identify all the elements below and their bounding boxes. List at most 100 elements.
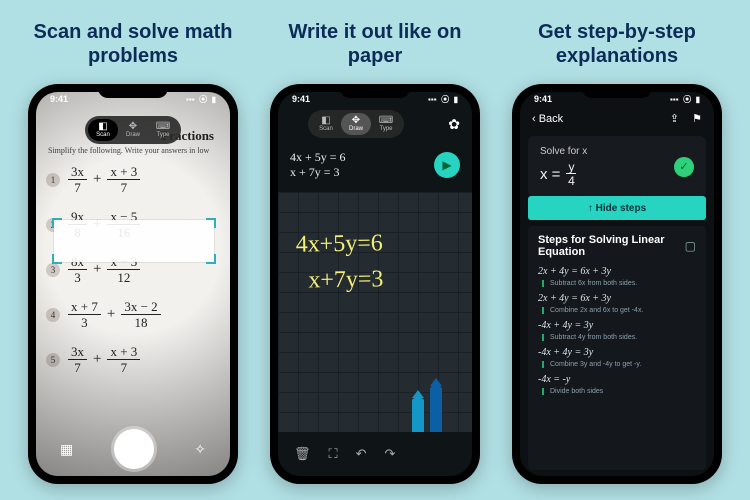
gallery-button[interactable]: ▦: [60, 441, 73, 458]
handwriting: 4x+5y=6 x+7y=3: [295, 225, 383, 299]
screen-steps: 9:41 ▪▪▪ ⦿ ▮ ‹ Back ⇪ ⚑ Solve for x: [520, 92, 714, 476]
bookmark-button[interactable]: ⚑: [692, 113, 702, 125]
steps-panel[interactable]: Steps for Solving Linear Equation ▢ 2x +…: [528, 226, 706, 470]
hide-steps-label: ↑ Hide steps: [588, 203, 646, 214]
step-note: Subtract 6x from both sides.: [542, 280, 696, 287]
problem-number: 4: [46, 308, 60, 322]
recognized-text: 4x + 5y = 6 x + 7y = 3: [290, 150, 346, 180]
check-icon: ✓: [679, 160, 688, 173]
pencil-dark-icon[interactable]: [430, 386, 442, 432]
shutter-button[interactable]: [114, 429, 154, 469]
crop-handle-tl[interactable]: [52, 218, 62, 228]
crop-button[interactable]: ⛶: [329, 446, 338, 462]
mode-label: Scan: [319, 126, 333, 132]
status-icons: ▪▪▪ ⦿ ▮: [668, 94, 700, 105]
book-icon[interactable]: ▢: [685, 239, 696, 253]
solve-button[interactable]: ▶: [434, 152, 460, 178]
steps-title: Steps for Solving Linear Equation: [538, 234, 685, 258]
headline-draw: Write it out like on paper: [263, 20, 488, 68]
status-time: 9:41: [534, 94, 552, 105]
back-button[interactable]: ‹ Back: [532, 113, 563, 125]
undo-button[interactable]: ↶: [356, 446, 367, 462]
keyboard-icon: ⌨: [148, 122, 178, 132]
mode-type[interactable]: ⌨ Type: [148, 119, 178, 141]
step-equation: 2x + 4y = 6x + 3y: [538, 293, 696, 304]
answer-card: Solve for x x = y4 ✓: [528, 136, 706, 197]
camera-icon: ◧: [88, 122, 118, 132]
step-equation: -4x + 4y = 3y: [538, 347, 696, 358]
status-icons: ▪▪▪ ⦿ ▮: [426, 94, 458, 105]
solve-label: Solve for x: [540, 146, 587, 157]
mode-label: Scan: [96, 132, 110, 138]
mode-scan[interactable]: ◧ Scan: [88, 119, 118, 141]
status-time: 9:41: [50, 94, 68, 105]
battery-icon: ▮: [454, 95, 458, 104]
scan-crop-box[interactable]: [54, 220, 214, 262]
mode-draw[interactable]: ✥ Draw: [118, 119, 148, 141]
settings-button[interactable]: ✿: [448, 116, 460, 133]
wifi-icon: ⦿: [441, 95, 449, 104]
phone-scan: 9:41 ▪▪▪ ⦿ ▮ Fractions Simplify the foll…: [28, 84, 238, 484]
mode-type[interactable]: ⌨ Type: [371, 113, 401, 135]
wifi-icon: ⦿: [683, 95, 691, 104]
camera-bar: ▦ ✧: [36, 422, 230, 476]
step-equation: 2x + 4y = 6x + 3y: [538, 266, 696, 277]
mode-label: Type: [156, 132, 169, 138]
problem-number: 3: [46, 263, 60, 277]
nav-bar: ‹ Back ⇪ ⚑: [520, 112, 714, 125]
clear-button[interactable]: 🗑: [294, 446, 311, 462]
mode-segmented[interactable]: ◧ Scan ✥ Draw ⌨ Type: [85, 116, 181, 144]
steps-header: Steps for Solving Linear Equation ▢: [538, 234, 696, 258]
verified-badge: ✓: [674, 157, 694, 177]
headline-scan: Scan and solve math problems: [21, 20, 246, 68]
mode-draw[interactable]: ✥ Draw: [341, 113, 371, 135]
share-button[interactable]: ⇪: [670, 113, 679, 125]
crop-handle-tr[interactable]: [206, 218, 216, 228]
draw-icon: ✥: [341, 116, 371, 126]
phone-draw: 9:41 ▪▪▪ ⦿ ▮ ◧ Scan ✥ Draw: [270, 84, 480, 484]
drawing-canvas[interactable]: 4x+5y=6 x+7y=3: [278, 192, 472, 432]
headline-steps: Get step-by-step explanations: [505, 20, 730, 68]
draw-icon: ✥: [118, 122, 148, 132]
hide-steps-button[interactable]: ↑ Hide steps: [528, 196, 706, 220]
keyboard-icon: ⌨: [371, 116, 401, 126]
screen-draw: 9:41 ▪▪▪ ⦿ ▮ ◧ Scan ✥ Draw: [278, 92, 472, 476]
status-icons: ▪▪▪ ⦿ ▮: [184, 94, 216, 105]
problem-number: 1: [46, 173, 60, 187]
panel-scan: Scan and solve math problems 9:41 ▪▪▪ ⦿ …: [21, 10, 246, 490]
wifi-icon: ⦿: [199, 95, 207, 104]
notch: [340, 84, 410, 98]
mode-scan[interactable]: ◧ Scan: [311, 113, 341, 135]
recognized-equations: 4x + 5y = 6 x + 7y = 3 ▶: [290, 150, 460, 180]
battery-icon: ▮: [212, 95, 216, 104]
draw-top-bar: ◧ Scan ✥ Draw ⌨ Type ✿: [278, 110, 472, 138]
worksheet-instruction: Simplify the following. Write your answe…: [48, 146, 220, 155]
mode-segmented[interactable]: ◧ Scan ✥ Draw ⌨ Type: [308, 110, 404, 138]
step-equation: -4x = -y: [538, 374, 696, 385]
redo-button[interactable]: ↷: [385, 446, 396, 462]
screen-scan: 9:41 ▪▪▪ ⦿ ▮ Fractions Simplify the foll…: [36, 92, 230, 476]
problem-number: 5: [46, 353, 60, 367]
panel-steps: Get step-by-step explanations 9:41 ▪▪▪ ⦿…: [505, 10, 730, 490]
signal-icon: ▪▪▪: [186, 95, 195, 104]
step-note: Combine 2x and 6x to get -4x.: [542, 307, 696, 314]
signal-icon: ▪▪▪: [670, 95, 679, 104]
answer-equation: x = y4: [540, 161, 587, 187]
camera-worksheet: Fractions Simplify the following. Write …: [36, 92, 230, 476]
panel-draw: Write it out like on paper 9:41 ▪▪▪ ⦿ ▮ …: [263, 10, 488, 490]
mode-label: Draw: [126, 132, 140, 138]
mode-label: Draw: [349, 126, 363, 132]
pencil-tools: [412, 386, 442, 432]
play-icon: ▶: [442, 158, 451, 173]
notch: [582, 84, 652, 98]
crop-handle-bl[interactable]: [52, 254, 62, 264]
crop-handle-br[interactable]: [206, 254, 216, 264]
flash-toggle[interactable]: ✧: [194, 441, 206, 458]
problem-row: 1 3x7 + x + 37: [46, 165, 220, 194]
signal-icon: ▪▪▪: [428, 95, 437, 104]
step-note: Combine 3y and -4y to get -y.: [542, 361, 696, 368]
pencil-light-icon[interactable]: [412, 398, 424, 432]
nav-actions: ⇪ ⚑: [670, 112, 702, 125]
mode-label: Type: [379, 126, 392, 132]
camera-icon: ◧: [311, 116, 341, 126]
